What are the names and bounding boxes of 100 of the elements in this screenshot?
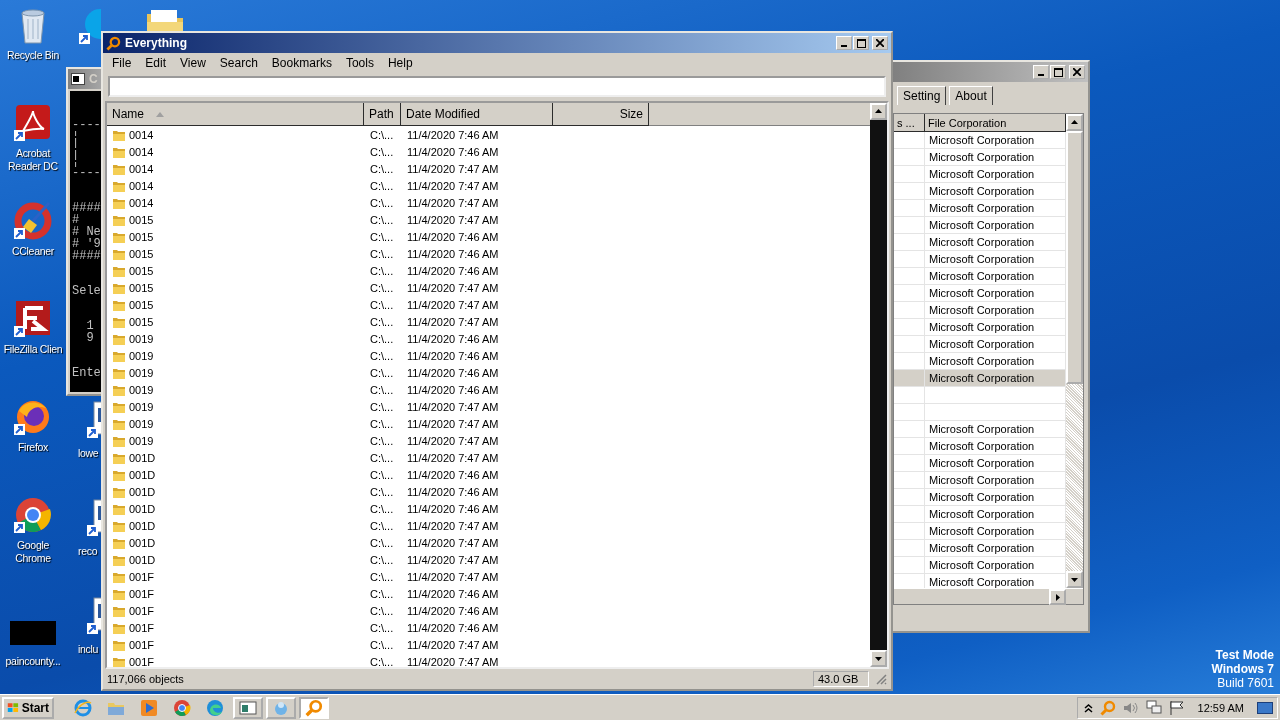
taskbar-button[interactable]	[233, 696, 263, 719]
broom-icon[interactable]	[13, 201, 53, 241]
clock[interactable]: 12:59 AM	[1191, 701, 1250, 714]
pdf-reader-icon[interactable]	[13, 103, 53, 143]
table-row[interactable]: Microsoft Corporation	[894, 438, 1066, 455]
table-row[interactable]: Microsoft Corporation	[894, 506, 1066, 523]
table-cell-text: Microsoft Corporation	[928, 474, 1035, 486]
window-icon	[239, 699, 257, 716]
scroll-thumb[interactable]	[1066, 131, 1083, 384]
table-cell-text: 11/4/2020 7:47 AM	[406, 553, 500, 566]
table-row[interactable]: Microsoft Corporation	[894, 489, 1066, 506]
file-name: 0019	[129, 400, 154, 413]
column-header[interactable]: s ...	[894, 114, 925, 132]
table-row[interactable]: Microsoft Corporation	[894, 132, 1066, 149]
vertical-scrollbar[interactable]	[1066, 114, 1083, 588]
table-row[interactable]: Microsoft Corporation	[894, 285, 1066, 302]
column-header[interactable]: Path	[364, 103, 401, 126]
table-row[interactable]: Microsoft Corporation	[894, 421, 1066, 438]
table-row[interactable]: Microsoft Corporation	[894, 251, 1066, 268]
table-row[interactable]: Microsoft Corporation	[894, 540, 1066, 557]
table-row[interactable]: Microsoft Corporation	[894, 217, 1066, 234]
column-header[interactable]: Date Modified	[401, 103, 553, 126]
total-size: 43.0 GB	[813, 671, 869, 687]
chevron-up-icon[interactable]	[1083, 702, 1093, 713]
scroll-up-button[interactable]	[870, 103, 887, 120]
chat-app-icon[interactable]	[78, 6, 101, 46]
table-cell-text: Microsoft Corporation	[928, 559, 1035, 571]
icon-label: lowe	[78, 447, 99, 460]
column-header[interactable]: Size	[553, 103, 649, 126]
maximize-button[interactable]	[1050, 65, 1066, 79]
scroll-right-button[interactable]	[1049, 589, 1066, 605]
table-cell-text: Microsoft Corporation	[928, 185, 1035, 197]
ftp-client-icon[interactable]	[13, 299, 53, 339]
file-name: 0014	[129, 179, 154, 192]
table-row[interactable]: Microsoft Corporation	[894, 200, 1066, 217]
table-row[interactable]: Microsoft Corporation	[894, 472, 1066, 489]
file-name: 0015	[129, 230, 154, 243]
menu-item[interactable]: Search	[212, 54, 265, 72]
table-cell-text: Microsoft Corporation	[928, 270, 1035, 282]
file-name: 0015	[129, 281, 154, 294]
column-header[interactable]: Name	[107, 103, 364, 126]
close-icon	[876, 39, 884, 47]
table-row[interactable]: Microsoft Corporation	[894, 149, 1066, 166]
table-row[interactable]: Microsoft Corporation	[894, 302, 1066, 319]
table-row[interactable]: Microsoft Corporation	[894, 268, 1066, 285]
table-row[interactable]: Microsoft Corporation	[894, 557, 1066, 574]
table-row[interactable]: Microsoft Corporation	[894, 183, 1066, 200]
chrome-icon[interactable]	[13, 495, 53, 535]
table-cell-text: 11/4/2020 7:47 AM	[406, 434, 500, 447]
show-desktop-icon[interactable]	[1257, 701, 1273, 714]
maximize-icon	[856, 38, 866, 48]
table-cell-text: Microsoft Corporation	[928, 491, 1035, 503]
table-cell-text: 11/4/2020 7:46 AM	[406, 128, 500, 141]
menu-item[interactable]: File	[105, 54, 139, 72]
table-row[interactable]: Microsoft Corporation	[894, 455, 1066, 472]
table-cell-text: C:\...	[369, 519, 395, 532]
menu-item[interactable]: Bookmarks	[264, 54, 339, 72]
close-button[interactable]	[1069, 65, 1085, 79]
icon-label: Acrobat Reader DC	[8, 147, 58, 173]
search-field[interactable]	[108, 76, 886, 97]
table-cell-text: 11/4/2020 7:47 AM	[406, 196, 500, 209]
file-name: 001F	[129, 570, 155, 583]
table-cell-text: 11/4/2020 7:46 AM	[406, 485, 500, 498]
table-cell-text: C:\...	[369, 128, 395, 141]
tab[interactable]: Setting	[897, 86, 947, 105]
close-button[interactable]	[872, 36, 888, 50]
tab[interactable]: About	[949, 86, 993, 105]
table-cell-text: 11/4/2020 7:46 AM	[406, 604, 500, 617]
scroll-down-button[interactable]	[870, 650, 887, 667]
table-cell-text: 11/4/2020 7:46 AM	[406, 587, 500, 600]
build-info: Build 7601	[1217, 676, 1274, 690]
table-row[interactable]: Microsoft Corporation	[894, 370, 1066, 387]
column-header[interactable]: File Corporation	[925, 114, 1066, 132]
icon-label: Google Chrome	[15, 539, 51, 565]
resize-grip-icon[interactable]	[875, 673, 887, 685]
table-row[interactable]: Microsoft Corporation	[894, 523, 1066, 540]
menu-item[interactable]: Edit	[138, 54, 174, 72]
vertical-scrollbar[interactable]	[870, 103, 887, 667]
table-row[interactable]: Microsoft Corporation	[894, 336, 1066, 353]
menu-item[interactable]: View	[173, 54, 213, 72]
scroll-down-button[interactable]	[1066, 571, 1083, 588]
table-cell-text: 11/4/2020 7:47 AM	[406, 417, 500, 430]
table-cell-text: 11/4/2020 7:47 AM	[406, 315, 500, 328]
network-icon[interactable]	[1145, 700, 1162, 715]
table-row[interactable]: Microsoft Corporation	[894, 234, 1066, 251]
menu-item[interactable]: Help	[380, 54, 420, 72]
menu-item[interactable]: Tools	[338, 54, 381, 72]
horizontal-scrollbar[interactable]	[894, 588, 1083, 604]
scroll-up-button[interactable]	[1066, 114, 1083, 131]
table-row[interactable]: Microsoft Corporation	[894, 353, 1066, 370]
minimize-button[interactable]	[836, 36, 852, 50]
maximize-button[interactable]	[853, 36, 869, 50]
flag-icon[interactable]	[1168, 700, 1185, 715]
table-row[interactable]: Microsoft Corporation	[894, 166, 1066, 183]
table-row[interactable]: Microsoft Corporation	[894, 319, 1066, 336]
start-button[interactable]: Start	[2, 696, 54, 719]
build-info: Windows 7	[1211, 662, 1274, 676]
table-cell-text: C:\...	[369, 162, 395, 175]
minimize-button[interactable]	[1033, 65, 1049, 79]
table-cell-text: C:\...	[369, 587, 395, 600]
